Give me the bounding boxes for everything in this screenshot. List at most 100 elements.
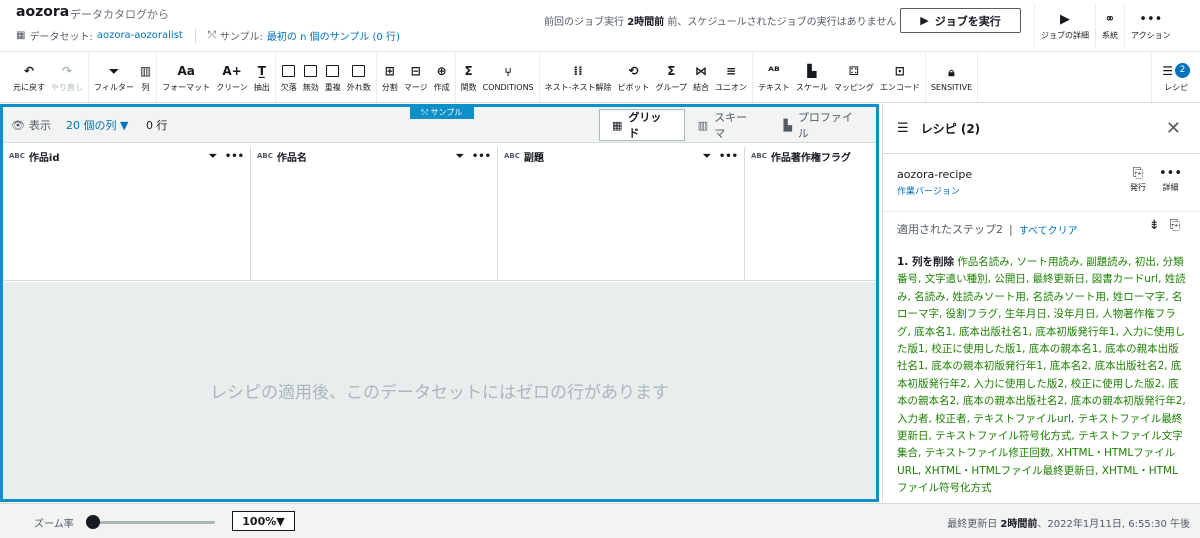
grid-view: 👁︎ 表示 20 個の列 ▼ 0 行 ▦ グリッド ▥ スキーマ ▙ プロファイル ⤲ … (0, 104, 879, 502)
column-label: 列 (141, 82, 150, 92)
merge-label: マージ (403, 82, 428, 92)
join-button[interactable]: ⋈ 結合 (690, 53, 712, 102)
mapping-button[interactable]: ⚃ マッピング (831, 53, 877, 102)
zoom-slider[interactable] (90, 521, 215, 524)
actions-button[interactable]: ••• アクション (1124, 4, 1177, 48)
toolbar-group-functions: Σ 関数 ⑂ CONDITIONS (456, 53, 540, 102)
more-icon[interactable]: ••• (472, 151, 491, 162)
group-button[interactable]: Σ グループ (653, 53, 691, 102)
filter-icon: ⏷ (109, 63, 119, 78)
import-icon[interactable]: ⎘ (1170, 218, 1180, 233)
publish-icon: ⎘ (1132, 166, 1144, 181)
column-header[interactable]: ABC 作品id ⏷ ••• (3, 147, 251, 281)
row-count: 0 行 (146, 119, 168, 132)
group-label: グループ (655, 82, 688, 92)
filter-button[interactable]: ⏷ フィルター (91, 53, 137, 102)
filter-label: フィルター (94, 82, 134, 92)
encode-button[interactable]: ⊡ エンコード (877, 53, 923, 102)
filter-icon[interactable]: ⏷ (703, 151, 711, 162)
add-step-icon[interactable]: ⇟ (1149, 218, 1160, 233)
union-label: ユニオン (715, 82, 748, 92)
extract-label: 抽出 (253, 82, 270, 92)
filter-icon[interactable]: ⏷ (456, 151, 464, 162)
missing-button[interactable]: 欠落 (278, 53, 300, 102)
text-button[interactable]: ᴬᴮ テキスト (755, 53, 793, 102)
clean-button[interactable]: A+ クリーン (213, 53, 251, 102)
filter-icon[interactable]: ⏷ (209, 151, 217, 162)
more-icon[interactable]: ••• (225, 151, 244, 162)
recipe-step[interactable]: 1. 列を削除 作品名読み, ソート用読み, 副題読み, 初出, 分類番号, 文… (897, 254, 1187, 502)
toolbar-group-reshape: ⁞⁞ ネスト-ネスト解除 ⟲ ピボット Σ グループ ⋈ 結合 ≡ ユニオン (540, 53, 754, 102)
recipe-count-badge: 2 (1175, 63, 1190, 78)
conditions-label: CONDITIONS (482, 82, 534, 92)
column-header[interactable]: ABC 作品著作権フラグ (745, 147, 876, 281)
lock-icon: 🔒︎ (948, 64, 955, 79)
run-job-button[interactable]: ▶ ジョブを実行 (900, 8, 1021, 33)
nest-button[interactable]: ⁞⁞ ネスト-ネスト解除 (542, 53, 615, 102)
join-label: 結合 (693, 82, 710, 92)
tab-schema-label: スキーマ (714, 111, 748, 140)
outliers-button[interactable]: 外れ数 (344, 53, 374, 102)
job-details-button[interactable]: ▶ ジョブの詳細 (1034, 4, 1095, 48)
tab-profile[interactable]: ▙ プロファイル (770, 109, 876, 141)
recipe-toggle-button[interactable]: ☰ 2 レシピ (1151, 53, 1200, 102)
column-header[interactable]: ABC 作品名 ⏷ ••• (251, 147, 498, 281)
undo-button[interactable]: ↶ 元に戻す (10, 53, 48, 102)
column-button[interactable]: ▥ 列 (137, 53, 154, 102)
extract-button[interactable]: T̲ 抽出 (251, 53, 273, 102)
duplicate-icon (326, 63, 340, 79)
column-icon: ▥ (139, 63, 152, 78)
zoom-select[interactable]: 100%▼ (232, 511, 295, 531)
extract-icon: T̲ (257, 63, 266, 78)
sensitive-button[interactable]: 🔒︎ SENSITIVE (928, 53, 975, 102)
scale-label: スケール (795, 82, 828, 92)
updated-time: 2時間前 (1000, 519, 1038, 530)
encode-icon: ⊡ (894, 63, 905, 78)
dataset-label: データセット: (29, 32, 93, 43)
duplicate-label: 重複 (324, 82, 341, 92)
zoom-slider-handle[interactable] (86, 515, 100, 529)
union-button[interactable]: ≡ ユニオン (712, 53, 750, 102)
actions-label: アクション (1131, 30, 1171, 40)
scale-button[interactable]: ▙ スケール (793, 53, 831, 102)
conditions-button[interactable]: ⑂ CONDITIONS (480, 53, 537, 102)
merge-button[interactable]: ⊟ マージ (401, 53, 431, 102)
toolbar-group-quality: 欠落 無効 重複 外れ数 (276, 53, 377, 102)
recipe-panel: ☰ レシピ (2) ✕ aozora-recipe 作業バージョン ⎘ 発行 ••… (882, 104, 1200, 502)
create-icon: ⊕ (436, 63, 447, 78)
recipe-version-link[interactable]: 作業バージョン (897, 184, 960, 197)
dataset-link[interactable]: aozora-aozoralist (97, 30, 183, 41)
table-icon: ▦ (16, 30, 26, 41)
pivot-label: ピボット (617, 82, 650, 92)
functions-button[interactable]: Σ 関数 (458, 53, 480, 102)
project-title: aozora (16, 4, 70, 20)
format-button[interactable]: Aa フォーマット (159, 53, 213, 102)
publish-button[interactable]: ⎘ 発行 (1130, 166, 1146, 193)
more-icon[interactable]: ••• (719, 151, 738, 162)
profile-icon: ▙ (783, 118, 792, 132)
close-icon[interactable]: ✕ (1166, 118, 1181, 139)
clear-all-link[interactable]: すべてクリア (1019, 222, 1078, 237)
details-button[interactable]: ••• 詳細 (1159, 166, 1182, 193)
lineage-icon: ⚭ (1104, 11, 1116, 27)
empty-state: レシピの適用後、このデータセットにはゼロの行があります (3, 282, 876, 499)
lineage-button[interactable]: ⚭ 系統 (1095, 4, 1124, 48)
sensitive-label: SENSITIVE (930, 82, 973, 92)
column-header[interactable]: ABC 副題 ⏷ ••• (498, 147, 745, 281)
sample-link[interactable]: 最初の n 個のサンプル (0 行) (267, 28, 400, 43)
job-status-prefix: 前回のジョブ実行 (544, 17, 624, 28)
empty-message: レシピの適用後、このデータセットにはゼロの行があります (210, 383, 669, 403)
create-label: 作成 (433, 82, 450, 92)
zoom-label: ズーム率 (34, 519, 74, 530)
step-body: 作品名読み, ソート用読み, 副題読み, 初出, 分類番号, 文字遣い種別, 公… (897, 256, 1186, 495)
columns-dropdown[interactable]: 20 個の列 ▼ (66, 117, 128, 133)
tab-grid[interactable]: ▦ グリッド (599, 109, 685, 141)
grid-icon: ▦ (612, 118, 623, 132)
pivot-button[interactable]: ⟲ ピボット (615, 53, 653, 102)
tab-schema[interactable]: ▥ スキーマ (685, 109, 771, 141)
split-button[interactable]: ⊞ 分割 (379, 53, 401, 102)
duplicate-button[interactable]: 重複 (322, 53, 344, 102)
invalid-button[interactable]: 無効 (300, 53, 322, 102)
redo-button[interactable]: ↷ やり直し (48, 53, 86, 102)
create-button[interactable]: ⊕ 作成 (431, 53, 453, 102)
